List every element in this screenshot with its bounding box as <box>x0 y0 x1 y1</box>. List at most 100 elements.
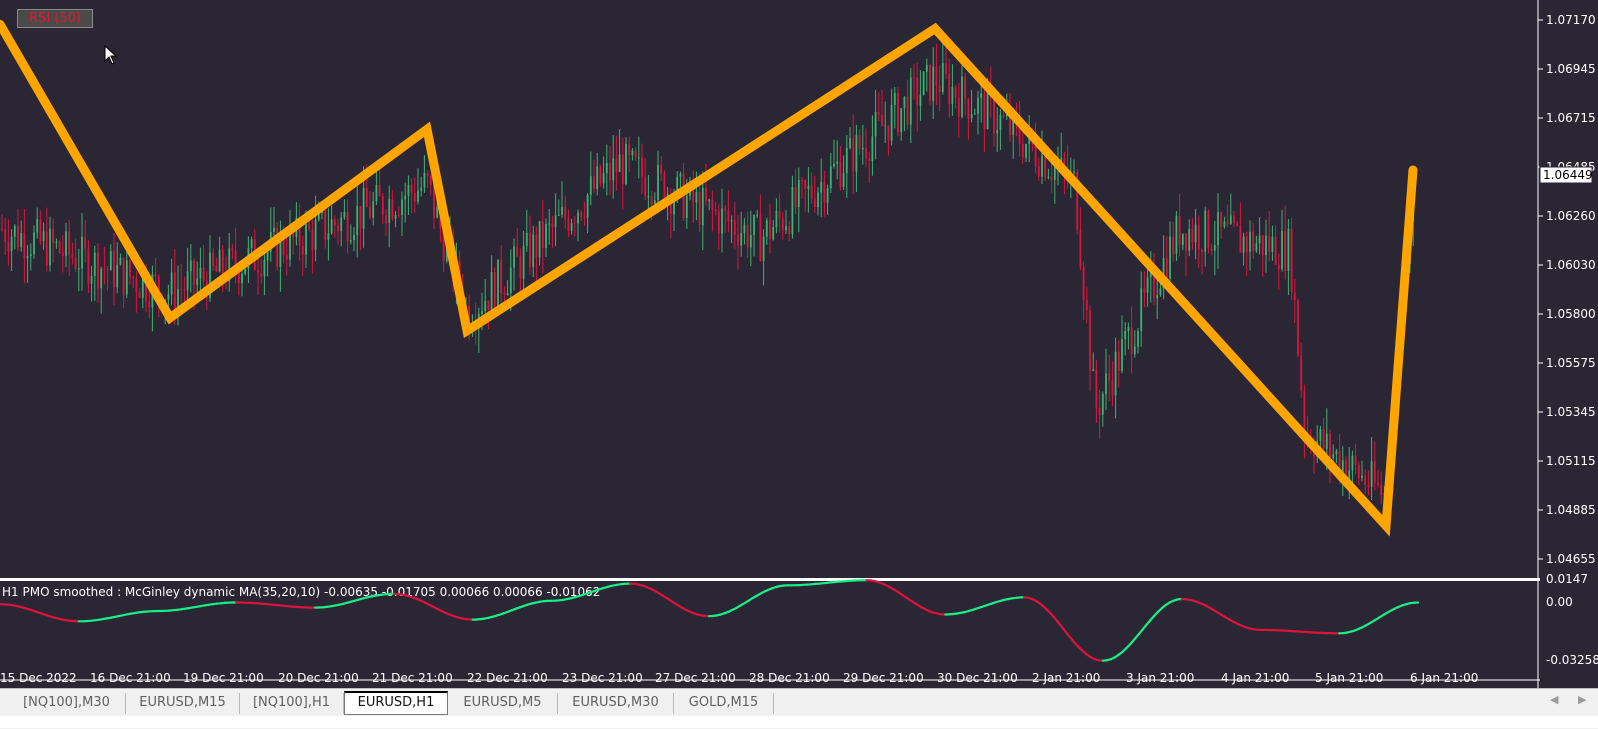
candle-body <box>840 162 842 187</box>
candle-body <box>804 180 806 189</box>
candle-body <box>1182 234 1184 245</box>
candle-body <box>1131 327 1133 355</box>
candle-body <box>756 215 758 216</box>
candle-body <box>699 192 701 225</box>
candle-body <box>513 246 515 267</box>
candle-body <box>961 77 963 117</box>
candle-body <box>955 87 957 98</box>
main-chart-pane[interactable] <box>0 0 1540 580</box>
candle-body <box>1262 236 1264 256</box>
tab-nq100-m30[interactable]: [NQ100],M30 <box>8 693 126 714</box>
candle-body <box>622 154 624 184</box>
candle-body <box>408 185 410 196</box>
tab-eurusd-m5[interactable]: EURUSD,M5 <box>448 693 558 714</box>
candle-body <box>945 63 947 73</box>
time-tick-label: 30 Dec 21:00 <box>937 671 1018 685</box>
candle-body <box>392 199 394 219</box>
candle-body <box>1054 167 1056 180</box>
tab-eurusd-h1[interactable]: EURUSD,H1 <box>344 691 448 715</box>
candle-body <box>1192 229 1194 242</box>
candle-body <box>516 246 518 256</box>
candle-body <box>264 260 266 276</box>
candle-body <box>680 174 682 177</box>
candle-body <box>1124 331 1126 339</box>
candle-body <box>702 188 704 226</box>
candle-body <box>1246 237 1248 252</box>
candle-body <box>603 173 605 183</box>
candle-body <box>334 219 336 225</box>
time-tick-label: 2 Jan 21:00 <box>1032 671 1100 685</box>
scroll-right-icon[interactable]: ▶ <box>1578 693 1586 706</box>
candle-body <box>436 207 438 218</box>
candle-body <box>17 226 19 247</box>
candle-body <box>1051 177 1053 180</box>
candle-body <box>1243 237 1245 253</box>
candle-body <box>929 65 931 101</box>
candle-body <box>1380 485 1382 495</box>
candle-body <box>916 78 918 106</box>
time-tick-label: 21 Dec 21:00 <box>372 671 453 685</box>
candle-body <box>1003 115 1005 116</box>
candle-body <box>616 158 618 172</box>
candle-body <box>952 87 954 104</box>
rsi-button[interactable]: RSI (50) <box>17 9 93 28</box>
candle-body <box>536 235 538 258</box>
candle-body <box>401 200 403 216</box>
time-tick-label: 19 Dec 21:00 <box>183 671 264 685</box>
candle-body <box>888 126 890 141</box>
price-tick-label: 1.05345 <box>1546 405 1596 419</box>
candle-body <box>971 114 973 118</box>
price-tick-label: 1.05115 <box>1546 454 1596 468</box>
candle-body <box>1185 234 1187 251</box>
candle-body <box>1044 156 1046 178</box>
candle-body <box>817 192 819 207</box>
tab-eurusd-m15[interactable]: EURUSD,M15 <box>126 693 240 714</box>
candle-body <box>833 164 835 166</box>
candle-body <box>587 195 589 218</box>
candle-body <box>33 233 35 255</box>
candle-body <box>366 188 368 207</box>
candle-body <box>155 274 157 276</box>
candle-body <box>606 163 608 173</box>
pane-separator[interactable] <box>0 578 1540 581</box>
candle-body <box>129 260 131 277</box>
candle-body <box>1371 461 1373 487</box>
candle-body <box>177 289 179 308</box>
candle-body <box>1364 476 1366 486</box>
candle-body <box>1112 381 1114 396</box>
candle-body <box>1000 115 1002 130</box>
candle-body <box>1291 229 1293 292</box>
scroll-left-icon[interactable]: ◀ <box>1550 693 1558 706</box>
candle-body <box>1217 212 1219 245</box>
candle-body <box>148 302 150 308</box>
candle-body <box>1099 408 1101 415</box>
candle-body <box>769 220 771 239</box>
candle-body <box>1 229 3 230</box>
candle-body <box>46 232 48 266</box>
candle-body <box>987 90 989 129</box>
candle-body <box>657 165 659 200</box>
candle-body <box>712 199 714 209</box>
candle-body <box>267 252 269 260</box>
candle-body <box>948 74 950 104</box>
candle-body <box>852 138 854 172</box>
candle-body <box>1172 237 1174 254</box>
tab-eurusd-m30[interactable]: EURUSD,M30 <box>558 693 674 714</box>
candle-body <box>734 220 736 235</box>
candle-body <box>97 253 99 289</box>
candle-body <box>388 199 390 223</box>
candle-body <box>1086 300 1088 310</box>
time-tick-label: 5 Jan 21:00 <box>1315 671 1383 685</box>
tab-nq100-h1[interactable]: [NQ100],H1 <box>240 693 344 714</box>
candle-body <box>200 268 202 279</box>
candle-body <box>881 115 883 126</box>
candle-body <box>1265 236 1267 255</box>
candle-body <box>65 231 67 255</box>
candle-body <box>1249 232 1251 252</box>
candle-body <box>827 188 829 202</box>
candle-body <box>718 212 720 234</box>
candle-body <box>798 180 800 207</box>
candle-body <box>968 99 970 118</box>
candle-body <box>1201 250 1203 252</box>
tab-gold-m15[interactable]: GOLD,M15 <box>674 693 774 714</box>
